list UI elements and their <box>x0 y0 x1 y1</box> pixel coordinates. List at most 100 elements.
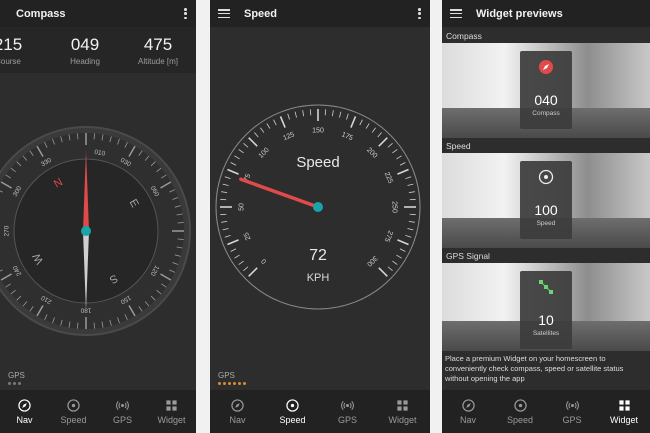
nav-item-gps[interactable]: GPS <box>546 390 598 433</box>
speed-value: 72 <box>309 247 327 264</box>
nav-item-widget[interactable]: Widget <box>147 390 196 433</box>
nav-label: Speed <box>279 414 306 425</box>
gps-signal-icon <box>341 400 354 410</box>
compass-appbar: Compass <box>0 0 196 27</box>
more-options-icon[interactable] <box>418 8 421 19</box>
menu-icon[interactable] <box>218 9 230 18</box>
compass-degree-label: 180 <box>80 307 91 314</box>
speed-tick <box>243 143 249 148</box>
widget-sublabel: Compass <box>532 110 560 117</box>
widget-grid-icon <box>166 399 177 411</box>
widget-card: 10 Satellites <box>520 271 572 349</box>
gps-signal-dots <box>218 382 246 385</box>
speed-tick <box>279 116 286 128</box>
speed-tick <box>392 149 398 154</box>
menu-icon[interactable] <box>450 9 462 18</box>
speed-tick <box>407 183 414 186</box>
compass-icon <box>18 398 31 412</box>
speed-tick <box>408 220 415 223</box>
speed-tick <box>408 191 415 194</box>
stat-value: 049 <box>70 35 100 54</box>
speed-tick <box>346 113 349 120</box>
gps-signal-icon <box>565 400 579 410</box>
nav-item-nav[interactable]: Nav <box>210 390 265 433</box>
speed-tick <box>359 119 363 126</box>
speed-scale-label: 300 <box>365 254 378 267</box>
speed-tick <box>222 183 229 186</box>
widget-value: 100 <box>534 202 558 218</box>
widget-appbar: Widget previews <box>442 0 650 27</box>
stat-heading: 049 Heading <box>55 35 115 66</box>
speed-tick <box>221 220 228 223</box>
nav-label: Widget <box>609 414 638 425</box>
widget-grid-icon <box>397 399 408 411</box>
speed-tick <box>230 162 237 166</box>
nav-item-speed[interactable]: Speed <box>265 390 320 433</box>
stat-value: 475 <box>143 35 173 54</box>
section-label-speed: Speed <box>446 141 471 151</box>
nav-label: GPS <box>112 414 132 425</box>
speed-tick <box>287 113 290 120</box>
speed-tick <box>227 239 239 246</box>
compass-tick <box>93 133 95 140</box>
compass-dial: 010030060120150180210240270300330 NESW <box>0 126 191 336</box>
compass-hub <box>81 226 91 236</box>
speed-tick <box>392 260 398 265</box>
widget-value: 040 <box>534 92 558 108</box>
speed-hub <box>313 202 323 212</box>
nav-item-gps[interactable]: GPS <box>98 390 147 433</box>
speed-tick <box>397 168 409 175</box>
nav-item-nav[interactable]: Nav <box>0 390 49 433</box>
stat-label: Altitude [m] <box>137 57 178 66</box>
gps-status: GPS <box>8 371 25 385</box>
widget-screen: Widget previews Compass 040 Compass Spee… <box>442 0 650 433</box>
compass-stats: 215 Course 049 Heading 475 Altitude [m] <box>0 27 196 73</box>
speed-tick <box>227 168 239 175</box>
speed-tick <box>224 176 231 179</box>
speed-tick <box>378 267 388 277</box>
speed-scale-label: 175 <box>340 131 354 142</box>
page-title: Compass <box>16 7 66 20</box>
speed-tick <box>222 228 229 231</box>
bottom-nav: Nav Speed GPS Widget <box>0 390 196 433</box>
gps-status: GPS <box>218 371 246 385</box>
compass-icon <box>539 60 553 74</box>
stat-course: 215 Course <box>0 35 38 66</box>
speed-scale-label: 125 <box>282 131 296 142</box>
nav-item-speed[interactable]: Speed <box>494 390 546 433</box>
nav-item-gps[interactable]: GPS <box>320 390 375 433</box>
widget-preview-gps[interactable]: 10 Satellites <box>442 263 650 351</box>
speed-scale-label: 50 <box>239 203 246 211</box>
speed-screen: Speed 0 25 50 75 100 125 150 175 200 225 250 275 300… <box>210 0 430 433</box>
speed-tick <box>339 111 342 118</box>
speed-tick <box>243 266 249 271</box>
page-title: Widget previews <box>476 7 563 20</box>
nav-item-speed[interactable]: Speed <box>49 390 98 433</box>
widget-grid-icon <box>618 399 630 411</box>
speed-scale-label: 100 <box>258 147 271 160</box>
compass-screen: Compass 215 Course 049 Heading 475 Altit… <box>0 0 196 433</box>
widget-preview-speed[interactable]: 100 Speed <box>442 153 650 248</box>
speed-scale-label: 150 <box>312 128 324 135</box>
speed-tick <box>399 248 406 252</box>
compass-degree-label: 270 <box>4 225 11 236</box>
speed-tick <box>331 110 334 117</box>
speed-tick <box>221 191 228 194</box>
compass-tick <box>77 322 79 329</box>
speed-tick <box>399 162 406 166</box>
widget-card: 040 Compass <box>520 51 572 129</box>
nav-item-widget[interactable]: Widget <box>598 390 650 433</box>
speed-tick <box>396 254 402 259</box>
nav-item-nav[interactable]: Nav <box>442 390 494 433</box>
speedometer-icon <box>538 169 554 185</box>
speed-needle <box>239 177 320 209</box>
widget-preview-compass[interactable]: 040 Compass <box>442 43 650 138</box>
speed-appbar: Speed <box>210 0 430 27</box>
nav-label: Speed <box>506 414 534 425</box>
gps-label: GPS <box>8 371 25 380</box>
nav-item-widget[interactable]: Widget <box>375 390 430 433</box>
nav-label: GPS <box>337 414 357 425</box>
widget-sublabel: Speed <box>536 220 556 227</box>
more-options-icon[interactable] <box>184 8 187 19</box>
section-label-compass: Compass <box>446 31 482 41</box>
